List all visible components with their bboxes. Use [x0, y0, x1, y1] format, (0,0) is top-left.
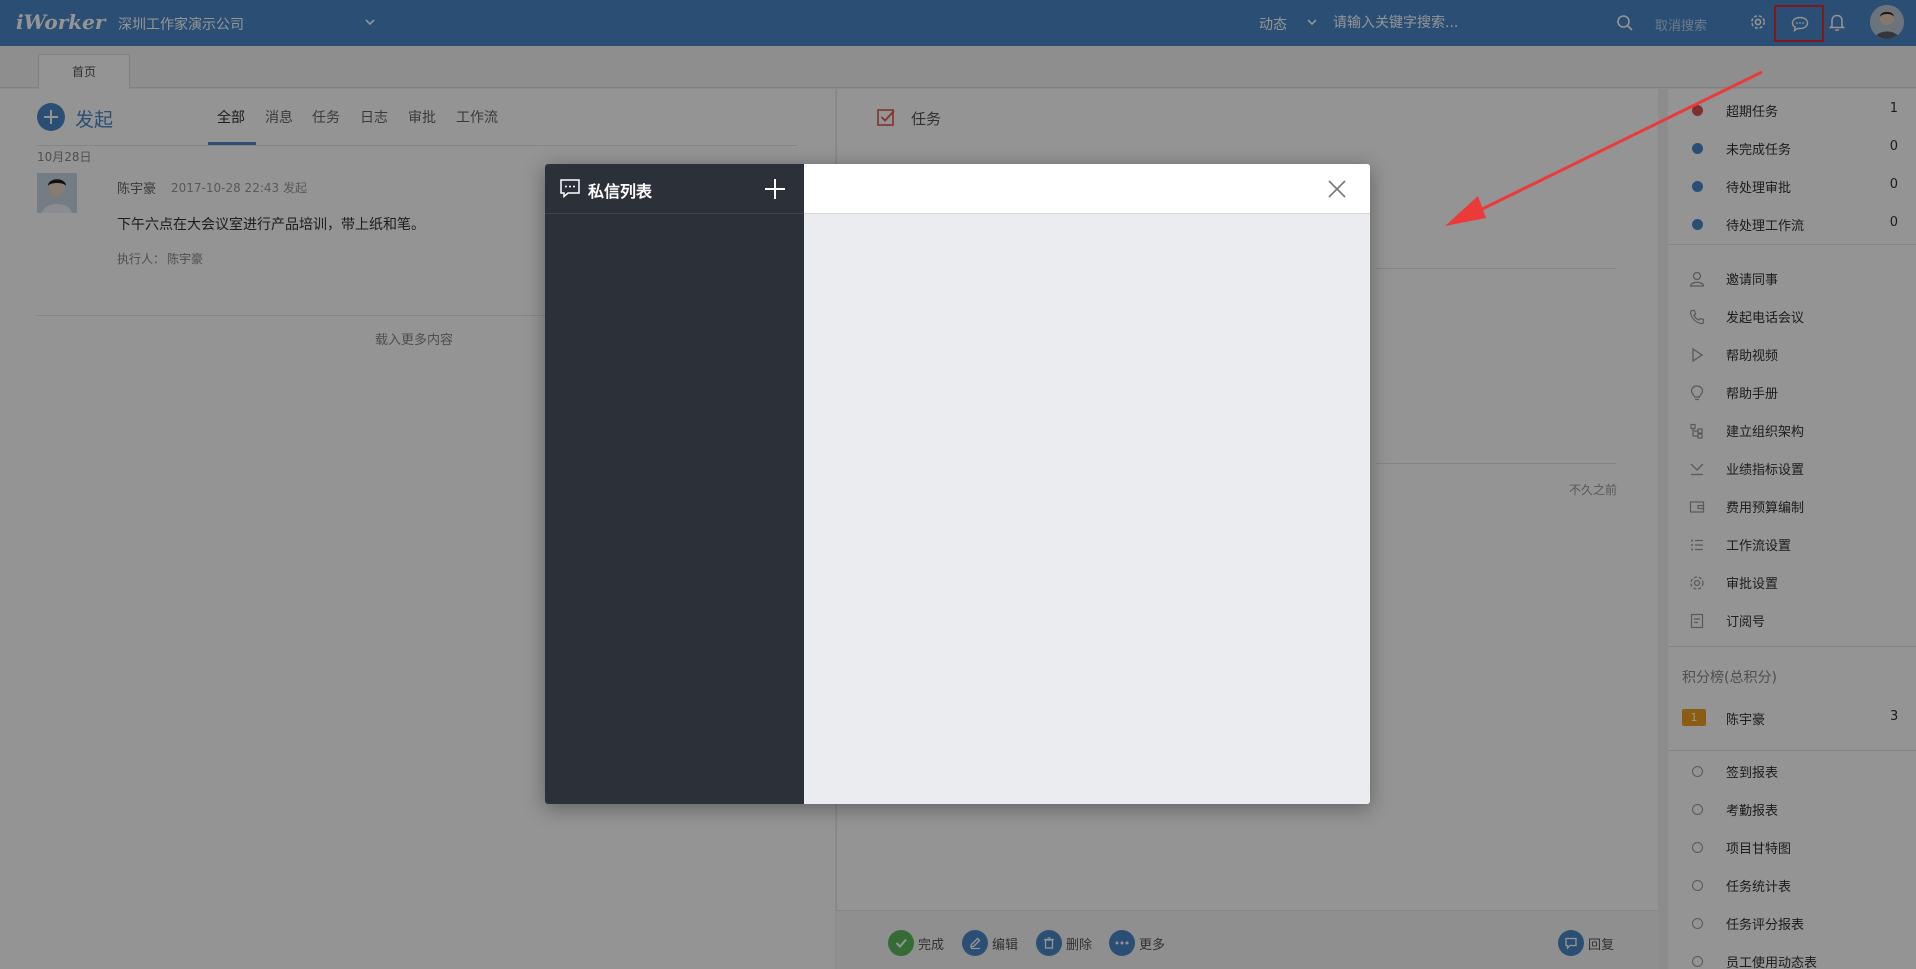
private-message-modal: 私信列表: [545, 164, 1370, 804]
modal-title: 私信列表: [588, 182, 653, 201]
annotation-arrow: [1440, 66, 1770, 236]
chat-bubble-icon: [559, 178, 581, 198]
plus-icon[interactable]: [762, 176, 788, 202]
conversation-header: [804, 164, 1370, 214]
conversation-list[interactable]: [545, 164, 804, 804]
conversation-list-header: 私信列表: [545, 164, 804, 214]
close-icon[interactable]: [1326, 178, 1348, 200]
